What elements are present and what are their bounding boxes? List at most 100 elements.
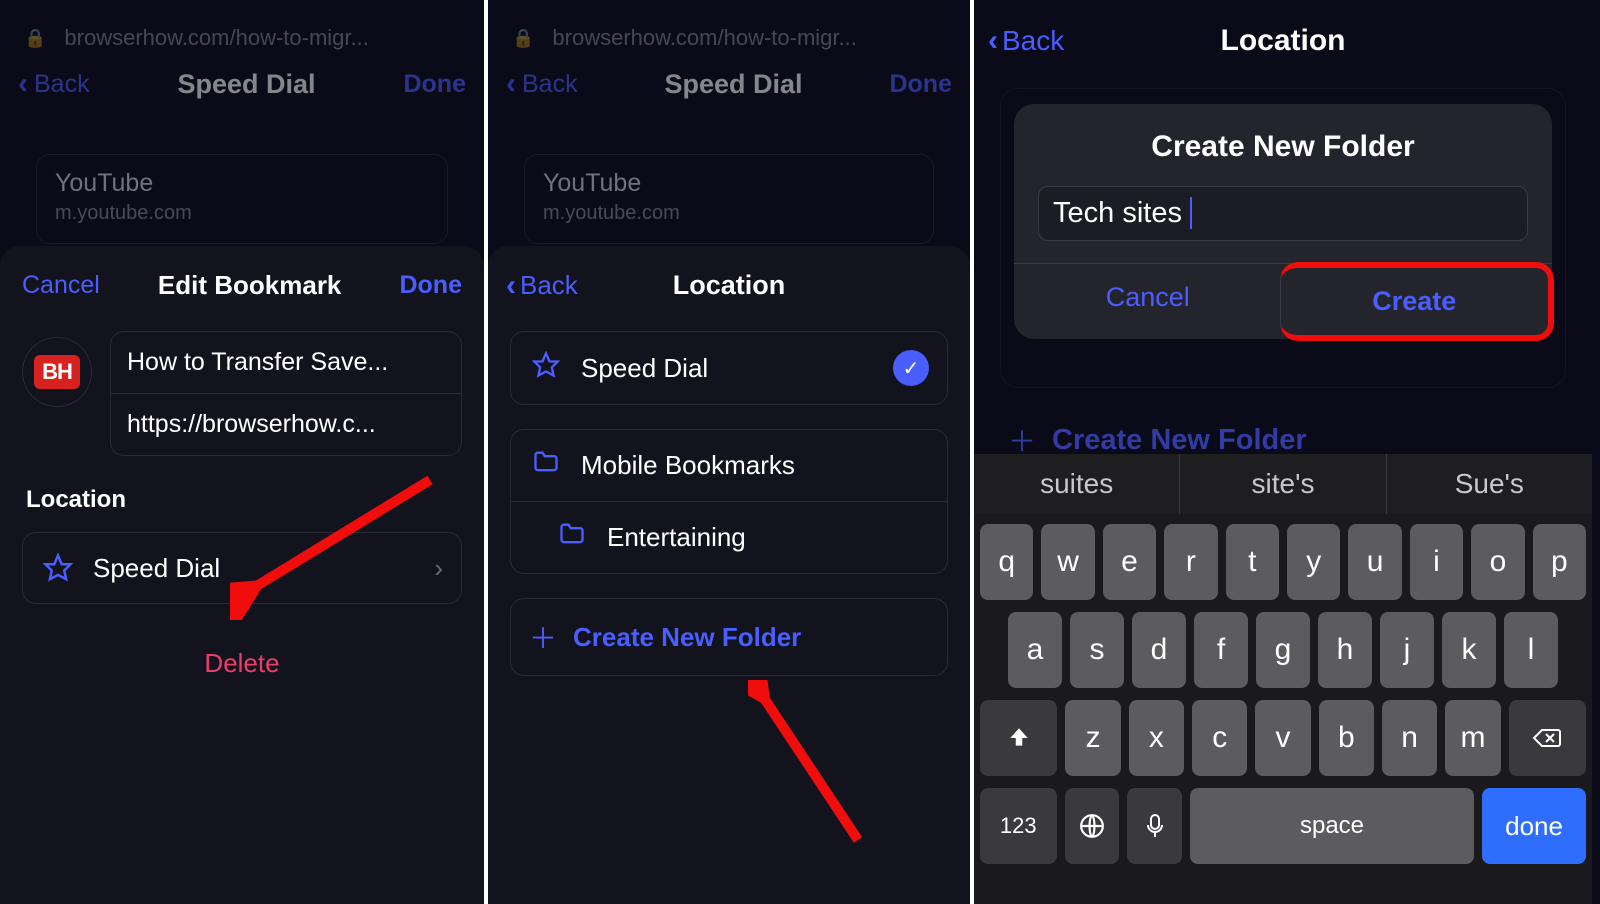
key-d[interactable]: d [1132,612,1186,688]
star-icon [529,351,563,386]
key-v[interactable]: v [1255,700,1310,776]
chevron-right-icon: › [434,553,443,584]
address-bar: 🔒 browserhow.com/how-to-migr... [488,18,970,58]
folder-name-input[interactable]: Tech sites [1038,186,1528,241]
location-row[interactable]: Speed Dial › [22,532,462,604]
bg-back-button[interactable]: ‹ Back [18,69,90,99]
url-text: browserhow.com/how-to-migr... [64,25,368,51]
chevron-left-icon: ‹ [18,69,28,99]
key-x[interactable]: x [1129,700,1184,776]
key-i[interactable]: i [1410,524,1463,600]
check-icon: ✓ [893,350,929,386]
backspace-icon [1532,726,1562,750]
bg-done-button[interactable]: Done [403,70,466,99]
suggestion[interactable]: suites [974,454,1180,514]
chevron-left-icon: ‹ [506,69,516,99]
key-s[interactable]: s [1070,612,1124,688]
key-shift[interactable] [980,700,1057,776]
folder-icon [555,520,589,555]
key-y[interactable]: y [1287,524,1340,600]
key-t[interactable]: t [1226,524,1279,600]
bg-navbar: ‹ Back Speed Dial Done [488,58,970,110]
key-n[interactable]: n [1382,700,1437,776]
suggestion[interactable]: site's [1180,454,1386,514]
key-globe[interactable] [1065,788,1120,864]
dialog-create-button[interactable]: Create [1280,262,1555,341]
dialog-title: Create New Folder [1014,130,1552,164]
globe-icon [1079,813,1105,839]
delete-button[interactable]: Delete [22,648,462,679]
key-u[interactable]: u [1348,524,1401,600]
lock-icon: 🔒 [512,28,534,49]
panel-edit-bookmark: 🔒 browserhow.com/how-to-migr... ‹ Back S… [0,0,488,904]
create-folder-dialog: Create New Folder Tech sites Cancel Crea… [1014,104,1552,339]
key-done[interactable]: done [1482,788,1586,864]
bg-done-button[interactable]: Done [889,70,952,99]
shift-icon [1006,725,1032,751]
plus-icon: ＋ [529,617,557,657]
page-title: Location [1221,24,1346,58]
bookmark-url-field[interactable]: https://browserhow.c... [111,394,461,455]
key-space[interactable]: space [1190,788,1474,864]
dialog-cancel-button[interactable]: Cancel [1014,264,1282,339]
edit-bookmark-sheet: Cancel Edit Bookmark Done BH How to Tran… [0,246,484,904]
key-w[interactable]: w [1041,524,1094,600]
back-button[interactable]: ‹ Back [506,270,578,301]
navbar: ‹ Back Location [974,16,1592,66]
option-speed-dial-group: Speed Dial ✓ [510,331,948,405]
address-bar: 🔒 browserhow.com/how-to-migr... [0,18,484,58]
keyboard-suggestions: suites site's Sue's [974,454,1592,514]
folder-icon [529,448,563,483]
chevron-left-icon: ‹ [988,26,998,56]
panel-location: 🔒 browserhow.com/how-to-migr... ‹ Back S… [488,0,974,904]
bookmark-fields: How to Transfer Save... https://browserh… [110,331,462,456]
key-g[interactable]: g [1256,612,1310,688]
option-speed-dial[interactable]: Speed Dial ✓ [511,332,947,404]
option-folder-group: Mobile Bookmarks Entertaining [510,429,948,574]
key-p[interactable]: p [1533,524,1586,600]
suggestion[interactable]: Sue's [1387,454,1592,514]
key-c[interactable]: c [1192,700,1247,776]
back-button[interactable]: ‹ Back [988,25,1064,57]
sheet-title: Edit Bookmark [158,270,342,301]
create-new-folder-button[interactable]: ＋ Create New Folder [510,598,948,676]
key-h[interactable]: h [1318,612,1372,688]
favicon: BH [22,337,92,407]
mic-icon [1145,813,1165,839]
key-k[interactable]: k [1442,612,1496,688]
sheet-title: Location [673,270,786,301]
panel-create-folder: ‹ Back Location ＋ Create New Folder Crea… [974,0,1592,904]
option-entertaining[interactable]: Entertaining [511,502,947,573]
key-a[interactable]: a [1008,612,1062,688]
bg-title: Speed Dial [178,69,316,100]
keyboard: q w e r t y u i o p a s d f g h j k l z [974,514,1592,904]
bg-title: Speed Dial [665,69,803,100]
cancel-button[interactable]: Cancel [22,271,100,300]
location-sheet: ‹ Back Location Speed Dial ✓ Mobile Book… [488,246,970,904]
key-f[interactable]: f [1194,612,1248,688]
done-button[interactable]: Done [399,271,462,300]
option-mobile-bookmarks[interactable]: Mobile Bookmarks [511,430,947,502]
key-o[interactable]: o [1471,524,1524,600]
star-icon [41,551,75,585]
key-q[interactable]: q [980,524,1033,600]
location-section-label: Location [26,486,462,514]
bookmark-title-field[interactable]: How to Transfer Save... [111,332,461,394]
key-z[interactable]: z [1065,700,1120,776]
key-m[interactable]: m [1445,700,1500,776]
key-123[interactable]: 123 [980,788,1057,864]
key-backspace[interactable] [1509,700,1586,776]
bg-bookmark-card: YouTube m.youtube.com [36,154,448,244]
url-text: browserhow.com/how-to-migr... [552,25,856,51]
key-b[interactable]: b [1319,700,1374,776]
key-j[interactable]: j [1380,612,1434,688]
bg-bookmark-card: YouTube m.youtube.com [524,154,934,244]
key-mic[interactable] [1127,788,1182,864]
chevron-left-icon: ‹ [506,271,516,301]
lock-icon: 🔒 [24,28,46,49]
bg-back-button[interactable]: ‹ Back [506,69,578,99]
key-l[interactable]: l [1504,612,1558,688]
location-value: Speed Dial [93,553,416,584]
key-e[interactable]: e [1103,524,1156,600]
key-r[interactable]: r [1164,524,1217,600]
